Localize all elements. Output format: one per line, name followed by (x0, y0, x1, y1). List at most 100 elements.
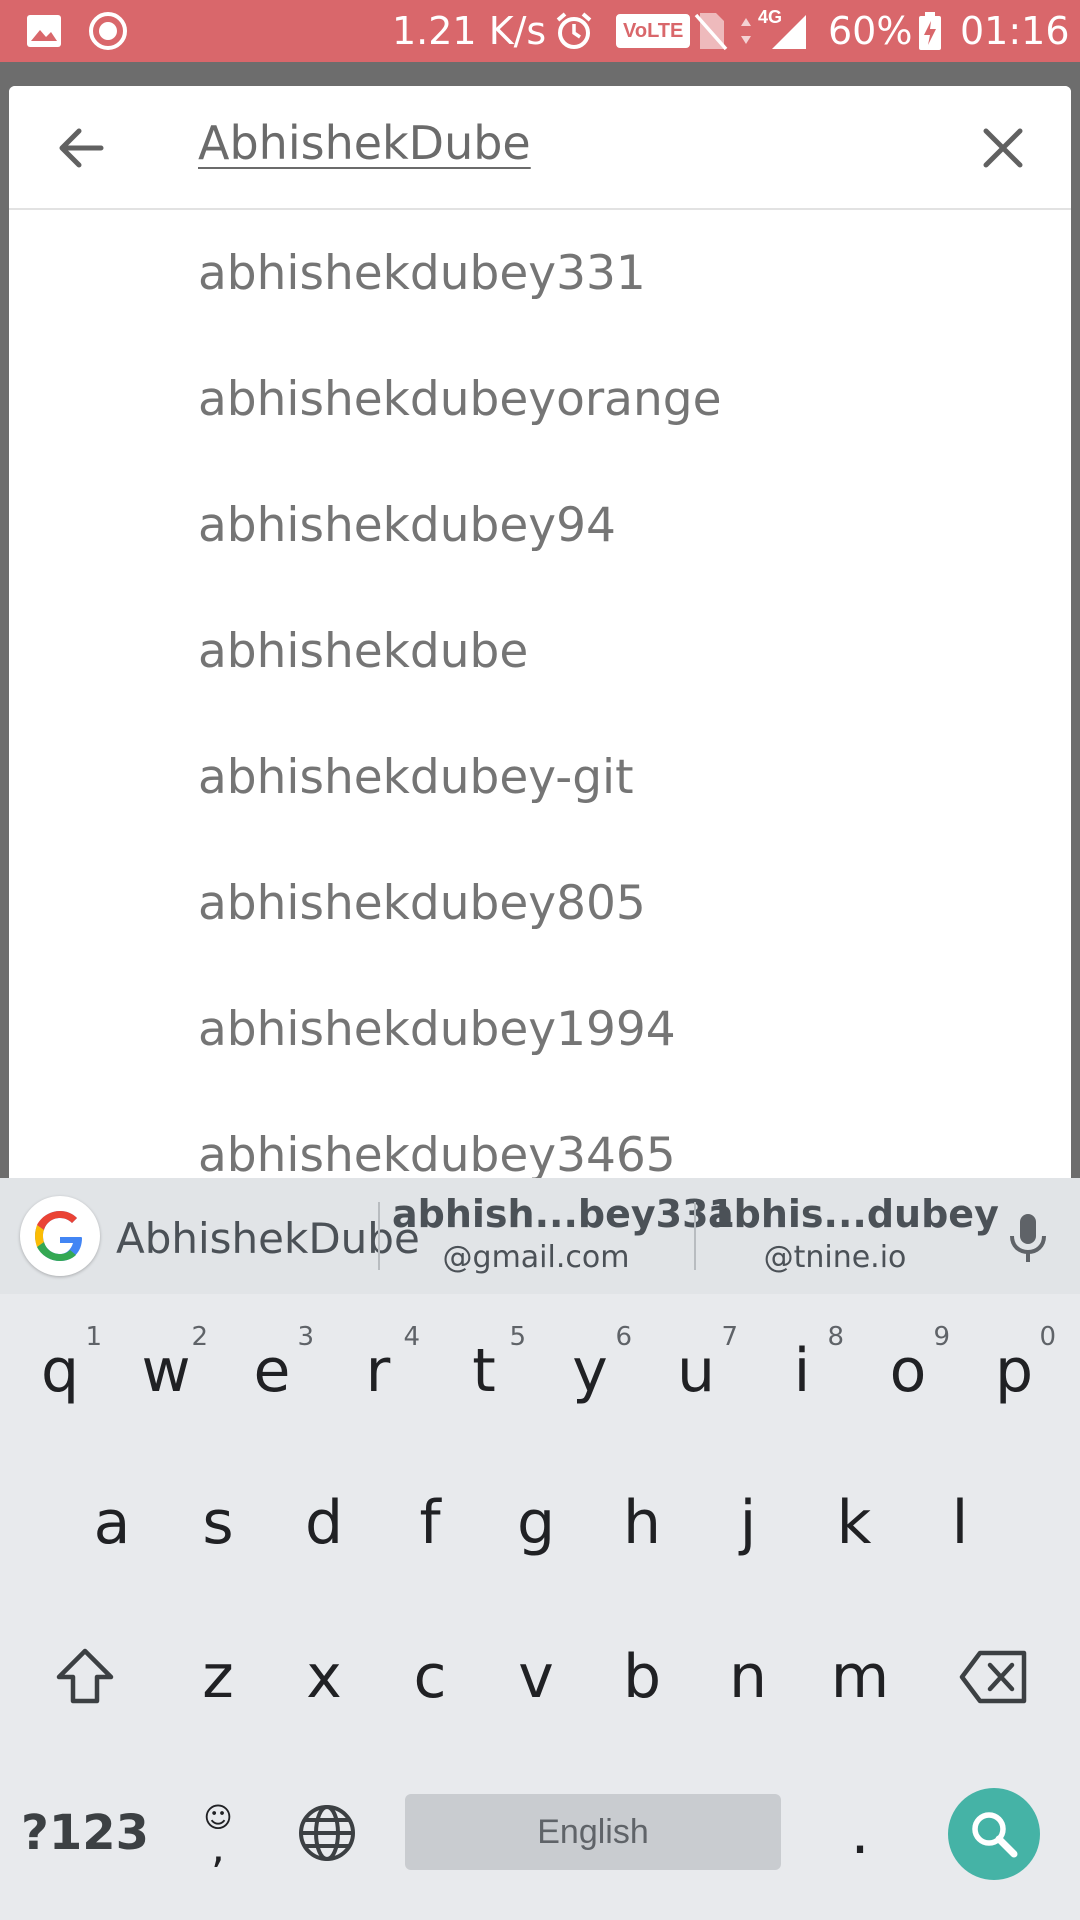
key-s[interactable]: s (174, 1468, 262, 1578)
key-hint: 7 (721, 1322, 738, 1352)
key-hint: 6 (615, 1322, 632, 1352)
language-key[interactable] (282, 1778, 372, 1888)
key-a[interactable]: a (68, 1468, 156, 1578)
symbols-key[interactable]: ?123 (20, 1778, 150, 1888)
search-bar: AbhishekDube (9, 86, 1071, 210)
voice-input-button[interactable] (1006, 1212, 1050, 1264)
status-bar: 1.21 K/s VoLTE 4G 60% 01:16 (0, 0, 1080, 62)
key-label: o (889, 1336, 927, 1406)
key-d[interactable]: d (280, 1468, 368, 1578)
key-k[interactable]: k (810, 1468, 898, 1578)
key-w[interactable]: w2 (122, 1316, 210, 1426)
gallery-icon (26, 0, 62, 62)
data-arrows-icon (738, 0, 754, 62)
search-input[interactable]: AbhishekDube (198, 116, 531, 170)
comma-emoji-key[interactable]: ☺ , (178, 1778, 258, 1888)
key-e[interactable]: e3 (228, 1316, 316, 1426)
key-label: u (676, 1336, 716, 1406)
email-suggestion-2-user: abhis...dubey (708, 1192, 999, 1236)
backspace-key[interactable] (946, 1622, 1042, 1732)
key-hint: 8 (827, 1322, 844, 1352)
suggestion-item[interactable]: abhishekdubey331 (9, 210, 1071, 336)
key-label: p (994, 1336, 1034, 1406)
keyboard: AbhishekDube abhish...bey331 @gmail.com … (0, 1178, 1080, 1920)
google-g-icon (35, 1211, 82, 1261)
email-suggestion-1-user: abhish...bey331 (392, 1192, 735, 1236)
email-suggestion-1[interactable]: abhish...bey331 @gmail.com (392, 1192, 735, 1275)
arrow-back-icon (59, 128, 104, 168)
suggestion-list: abhishekdubey331 abhishekdubeyorange abh… (9, 210, 1071, 1186)
key-y[interactable]: y6 (546, 1316, 634, 1426)
key-label: y (572, 1336, 608, 1406)
typed-word-suggestion[interactable]: AbhishekDube (116, 1214, 420, 1263)
key-v[interactable]: v (492, 1622, 580, 1732)
key-hint: 2 (191, 1322, 208, 1352)
network-speed: 1.21 K/s (392, 9, 547, 53)
battery-charging-icon (918, 0, 942, 62)
volte-badge: VoLTE (616, 14, 691, 48)
key-p[interactable]: p0 (970, 1316, 1058, 1426)
search-panel: AbhishekDube abhishekdubey331 abhishekdu… (9, 86, 1071, 1186)
key-hint: 3 (297, 1322, 314, 1352)
key-c[interactable]: c (386, 1622, 474, 1732)
key-hint: 4 (403, 1322, 420, 1352)
volte-icon: VoLTE (616, 0, 691, 62)
suggestion-item[interactable]: abhishekdubey1994 (9, 966, 1071, 1092)
key-hint: 1 (85, 1322, 102, 1352)
back-button[interactable] (53, 120, 109, 176)
key-z[interactable]: z (174, 1622, 262, 1732)
key-m[interactable]: m (810, 1622, 910, 1732)
shift-icon (56, 1648, 114, 1704)
key-label: i (793, 1336, 811, 1406)
key-f[interactable]: f (386, 1468, 474, 1578)
period-key[interactable]: . (820, 1778, 900, 1888)
key-n[interactable]: n (704, 1622, 792, 1732)
key-x[interactable]: x (280, 1622, 368, 1732)
no-sim-icon (694, 0, 728, 62)
key-b[interactable]: b (598, 1622, 686, 1732)
microphone-icon (1010, 1214, 1046, 1262)
key-u[interactable]: u7 (652, 1316, 740, 1426)
key-hint: 5 (509, 1322, 526, 1352)
suggestion-item[interactable]: abhishekdubeyorange (9, 336, 1071, 462)
battery-level: 60% (828, 9, 913, 53)
email-suggestion-2[interactable]: abhis...dubey @tnine.io (708, 1192, 999, 1275)
divider (694, 1202, 696, 1270)
key-i[interactable]: i8 (758, 1316, 846, 1426)
key-g[interactable]: g (492, 1468, 580, 1578)
key-r[interactable]: r4 (334, 1316, 422, 1426)
key-q[interactable]: q1 (16, 1316, 104, 1426)
suggestion-item[interactable]: abhishekdubey805 (9, 840, 1071, 966)
key-label: w (141, 1336, 191, 1406)
key-label: e (253, 1336, 291, 1406)
email-suggestion-2-domain: @tnine.io (763, 1240, 907, 1275)
suggestion-item[interactable]: abhishekdubey3465 (9, 1092, 1071, 1186)
key-label: r (365, 1336, 391, 1406)
spacebar[interactable]: English (405, 1794, 781, 1870)
key-l[interactable]: l (916, 1468, 1004, 1578)
search-key[interactable] (948, 1788, 1040, 1880)
key-label: q (40, 1336, 80, 1406)
globe-icon (299, 1805, 355, 1861)
suggestion-item[interactable]: abhishekdube (9, 588, 1071, 714)
backspace-icon (959, 1650, 1027, 1704)
key-t[interactable]: t5 (440, 1316, 528, 1426)
key-h[interactable]: h (598, 1468, 686, 1578)
divider (378, 1202, 380, 1270)
shift-key[interactable] (40, 1622, 130, 1732)
google-logo-button[interactable] (20, 1196, 100, 1276)
key-o[interactable]: o9 (864, 1316, 952, 1426)
key-j[interactable]: j (704, 1468, 792, 1578)
suggestion-item[interactable]: abhishekdubey-git (9, 714, 1071, 840)
suggestion-item[interactable]: abhishekdubey94 (9, 462, 1071, 588)
comma-label: , (211, 1822, 225, 1873)
email-suggestion-1-domain: @gmail.com (442, 1240, 630, 1275)
close-icon (983, 128, 1023, 168)
key-hint: 0 (1039, 1322, 1056, 1352)
signal-icon (768, 0, 808, 62)
search-icon (972, 1812, 1018, 1858)
keyboard-suggestion-strip: AbhishekDube abhish...bey331 @gmail.com … (0, 1178, 1080, 1294)
key-hint: 9 (933, 1322, 950, 1352)
clear-search-button[interactable] (977, 122, 1029, 174)
record-icon (88, 0, 128, 62)
